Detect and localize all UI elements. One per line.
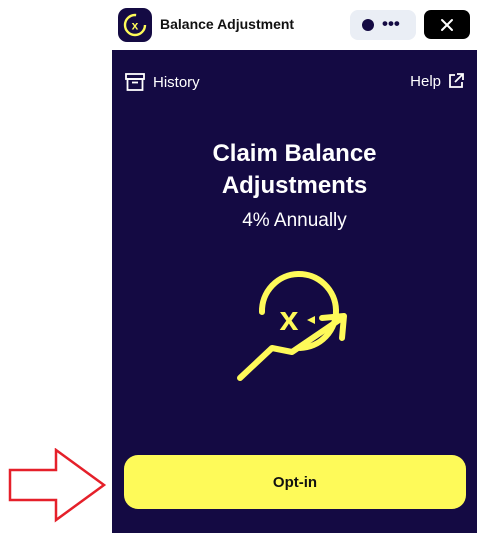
close-button[interactable]	[424, 10, 470, 39]
close-icon	[441, 18, 453, 31]
annotation-arrow-icon	[8, 448, 107, 523]
main-panel: History Help Claim Balance Adjustments 4…	[112, 50, 477, 533]
more-menu-button[interactable]: •••	[350, 10, 416, 40]
external-link-icon	[449, 73, 464, 88]
history-link[interactable]: History	[124, 72, 200, 92]
opt-in-button[interactable]: Opt-in	[124, 455, 466, 509]
title-line-2: Adjustments	[221, 172, 368, 199]
page-title: Claim Balance Adjustments	[112, 138, 477, 202]
rate-subtitle: 4% Annually	[242, 210, 347, 231]
svg-text:x: x	[280, 300, 299, 338]
help-link[interactable]: Help	[410, 72, 465, 90]
history-icon	[125, 73, 145, 91]
growth-chart-icon: x	[237, 271, 347, 381]
title-line-1: Claim Balance	[212, 140, 377, 167]
more-menu-label: •••	[382, 14, 400, 33]
app-title: Balance Adjustment	[160, 16, 295, 32]
app-logo-icon: x	[118, 8, 152, 42]
status-dot-icon	[362, 19, 374, 31]
svg-text:x: x	[132, 19, 139, 33]
help-label: Help	[410, 72, 441, 90]
history-label: History	[153, 73, 200, 91]
